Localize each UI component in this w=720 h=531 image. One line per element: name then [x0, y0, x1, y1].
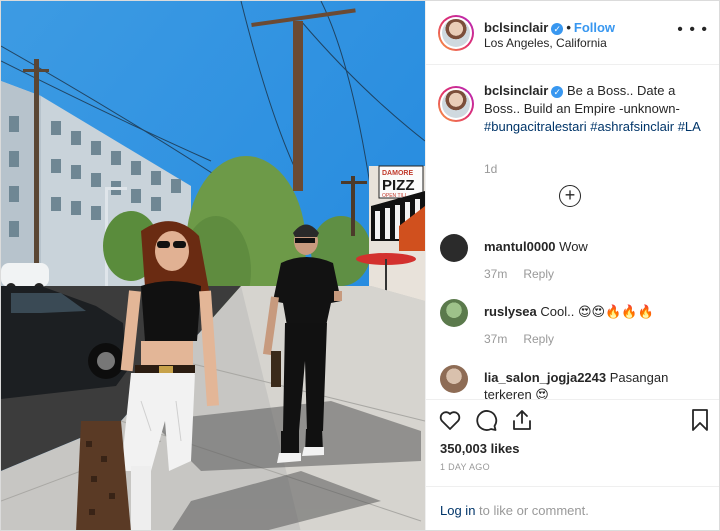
bookmark-icon[interactable]: [688, 408, 712, 432]
post-location[interactable]: Los Angeles, California: [484, 36, 607, 50]
post-actions: 350,003 likes 1 DAY AGO Log in to like o…: [426, 399, 719, 530]
comment-icon[interactable]: [474, 408, 498, 432]
more-options-icon[interactable]: • • •: [677, 22, 708, 38]
commenter-username[interactable]: ruslysea: [484, 304, 537, 319]
pizza-sign-big: PIZZ: [382, 177, 415, 194]
author-avatar[interactable]: [438, 15, 474, 51]
hashtag-link[interactable]: #LA: [678, 119, 701, 134]
post-photo[interactable]: DAMORE PIZZ OPEN TILL: [1, 1, 425, 530]
hashtag-link[interactable]: #bungacitralestari: [484, 119, 587, 134]
reply-button[interactable]: Reply: [523, 332, 554, 346]
street-scene-image: DAMORE PIZZ OPEN TILL: [1, 1, 425, 530]
author-username-row: bclsinclair ✓ • Follow: [484, 20, 615, 35]
likes-count[interactable]: 350,003 likes: [440, 441, 520, 456]
login-prompt-rest: to like or comment.: [475, 503, 589, 518]
commenter-avatar[interactable]: [440, 299, 468, 327]
caption-text: bclsinclair ✓ Be a Boss.. Date a Boss.. B…: [484, 82, 706, 136]
caption-time: 1d: [484, 162, 498, 176]
commenter-avatar[interactable]: [440, 234, 468, 262]
comment-text: ruslysea Cool.. 😍😍🔥🔥🔥: [484, 303, 714, 320]
login-bar: Log in to like or comment.: [426, 486, 719, 530]
comment-text: mantul0000 Wow: [484, 238, 714, 255]
instagram-post-embed: DAMORE PIZZ OPEN TILL bclsinclair ✓ • Fo…: [0, 0, 720, 531]
share-icon[interactable]: [510, 408, 534, 432]
comment-body: Wow: [559, 239, 588, 254]
verified-badge-icon: ✓: [551, 22, 564, 35]
comment-time: 37m: [484, 267, 508, 281]
reply-button[interactable]: Reply: [523, 267, 554, 281]
comment-text: lia_salon_jogja2243 Pasangan terkeren 😍: [484, 369, 714, 399]
login-prompt: Log in to like or comment.: [440, 503, 589, 518]
comment-body: Cool.. 😍😍🔥🔥🔥: [540, 304, 654, 319]
verified-badge-icon: ✓: [551, 85, 564, 98]
commenter-username[interactable]: lia_salon_jogja2243: [484, 370, 606, 385]
commenter-username[interactable]: mantul0000: [484, 239, 556, 254]
login-link[interactable]: Log in: [440, 503, 475, 518]
pizza-sign-top: DAMORE: [382, 170, 413, 177]
post-side-panel: bclsinclair ✓ • Follow Los Angeles, Califor…: [425, 1, 719, 530]
load-more-comments-icon[interactable]: +: [559, 185, 581, 207]
follow-button[interactable]: Follow: [574, 20, 615, 35]
caption-avatar[interactable]: [438, 86, 474, 122]
heart-icon[interactable]: [438, 408, 462, 432]
post-header: bclsinclair ✓ • Follow Los Angeles, Califor…: [426, 1, 719, 65]
post-date: 1 DAY AGO: [440, 462, 490, 472]
author-username[interactable]: bclsinclair: [484, 20, 548, 35]
comment-meta: 37m Reply: [484, 267, 570, 281]
hashtag-link[interactable]: #ashrafsinclair: [590, 119, 674, 134]
commenter-avatar[interactable]: [440, 365, 468, 393]
comment-meta: 37m Reply: [484, 332, 570, 346]
comments-area[interactable]: bclsinclair ✓ Be a Boss.. Date a Boss.. B…: [426, 66, 719, 399]
comment-time: 37m: [484, 332, 508, 346]
caption-username[interactable]: bclsinclair: [484, 83, 548, 98]
header-separator: •: [566, 20, 571, 35]
